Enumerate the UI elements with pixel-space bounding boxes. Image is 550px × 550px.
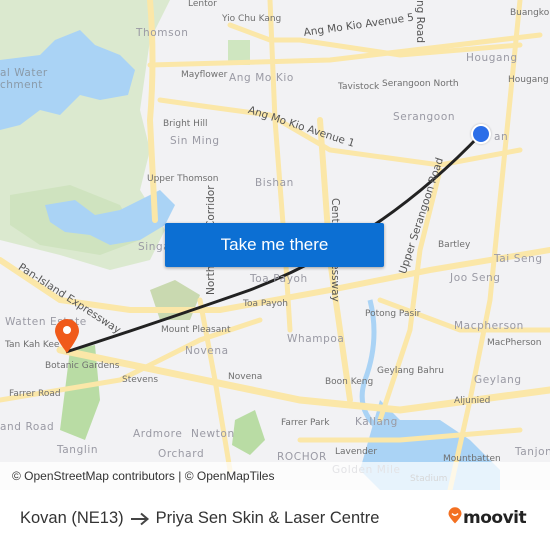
map-label-central-water-catchment: al Water chment [0,67,48,91]
park-area [232,410,265,455]
map-label-lentor: Lentor [188,0,217,9]
route-destination: Priya Sen Skin & Laser Centre [155,509,380,527]
map-label-hougang-area: Hougang [466,52,518,64]
map-label-serangoon: Serangoon [393,111,456,123]
arrow-right-icon [130,512,150,526]
map-label-stevens: Stevens [122,375,159,385]
map-label-joo-seng: Joo Seng [450,272,501,284]
map-label-potong-pasir: Potong Pasir [365,309,421,319]
map-view[interactable]: Lentor Yio Chu Kang Thomson Ang Mo Kio A… [0,0,550,490]
origin-location-dot-icon[interactable] [471,124,491,144]
map-label-geylang: Geylang [474,374,522,386]
map-label-tan-kah-kee: Tan Kah Kee [5,340,60,350]
map-label-kovan: an [494,131,509,143]
take-me-there-button[interactable]: Take me there [165,223,384,267]
moovit-wordmark: moovit [463,508,527,528]
map-label-orchard: Orchard [158,448,205,460]
map-label-sin-ming: Sin Ming [170,135,220,147]
map-label-bright-hill: Bright Hill [163,119,208,129]
map-label-hougang-station: Hougang [508,75,549,85]
route-title: Kovan (NE13) Priya Sen Skin & Laser Cent… [20,509,379,528]
map-label-whampoa: Whampoa [287,333,345,345]
map-label-botanic-gardens: Botanic Gardens [45,361,120,371]
map-label-yio-chu-kang-road: ng Road [414,0,426,44]
map-label-mayflower: Mayflower [181,70,228,80]
map-label-mount-pleasant: Mount Pleasant [161,325,231,335]
map-label-farrer-road: Farrer Road [9,389,61,399]
route-origin: Kovan (NE13) [20,509,124,527]
route-footer: Kovan (NE13) Priya Sen Skin & Laser Cent… [0,490,550,550]
park-area [150,280,200,320]
map-label-geylang-bahru: Geylang Bahru [377,366,444,376]
map-label-aljunied: Aljunied [454,396,491,406]
map-label-novena-area: Novena [185,345,229,357]
map-label-toa-payoh-station: Toa Payoh [243,299,288,309]
map-label-yio-chu-kang: Yio Chu Kang [222,14,282,24]
map-label-macpherson-area: Macpherson [454,320,524,332]
map-label-serangoon-north: Serangoon North [382,79,459,89]
map-label-newton: Newton [191,428,235,440]
map-label-macpherson-station: MacPherson [487,338,542,348]
map-label-ang-mo-kio: Ang Mo Kio [229,72,294,84]
map-label-buangkok: Buangkok [510,8,550,18]
map-label-tai-seng: Tai Seng [494,253,543,265]
map-label-bartley: Bartley [438,240,471,250]
map-label-rochor: ROCHOR [277,451,327,463]
map-label-holland-road: and Road [0,421,55,433]
map-label-tanjong: Tanjon [515,446,550,458]
destination-map-pin-icon[interactable] [54,318,80,354]
map-label-tanglin: Tanglin [57,444,99,456]
map-label-toa-payoh-area: Toa Payoh [250,273,308,285]
map-label-lavender: Lavender [335,447,378,457]
map-label-thomson: Thomson [136,27,189,39]
map-label-ardmore: Ardmore [133,428,183,440]
map-label-tavistock: Tavistock [338,82,380,92]
moovit-pin-icon [448,507,462,529]
map-label-boon-keng: Boon Keng [325,377,374,387]
map-attribution[interactable]: © OpenStreetMap contributors | © OpenMap… [0,462,550,490]
moovit-logo[interactable]: moovit [448,507,527,529]
map-label-farrer-park: Farrer Park [281,418,330,428]
map-label-bishan: Bishan [255,177,294,189]
map-label-novena-station: Novena [228,372,263,382]
map-label-kallang: Kallang [355,416,398,428]
map-label-upper-thomson: Upper Thomson [147,174,219,184]
